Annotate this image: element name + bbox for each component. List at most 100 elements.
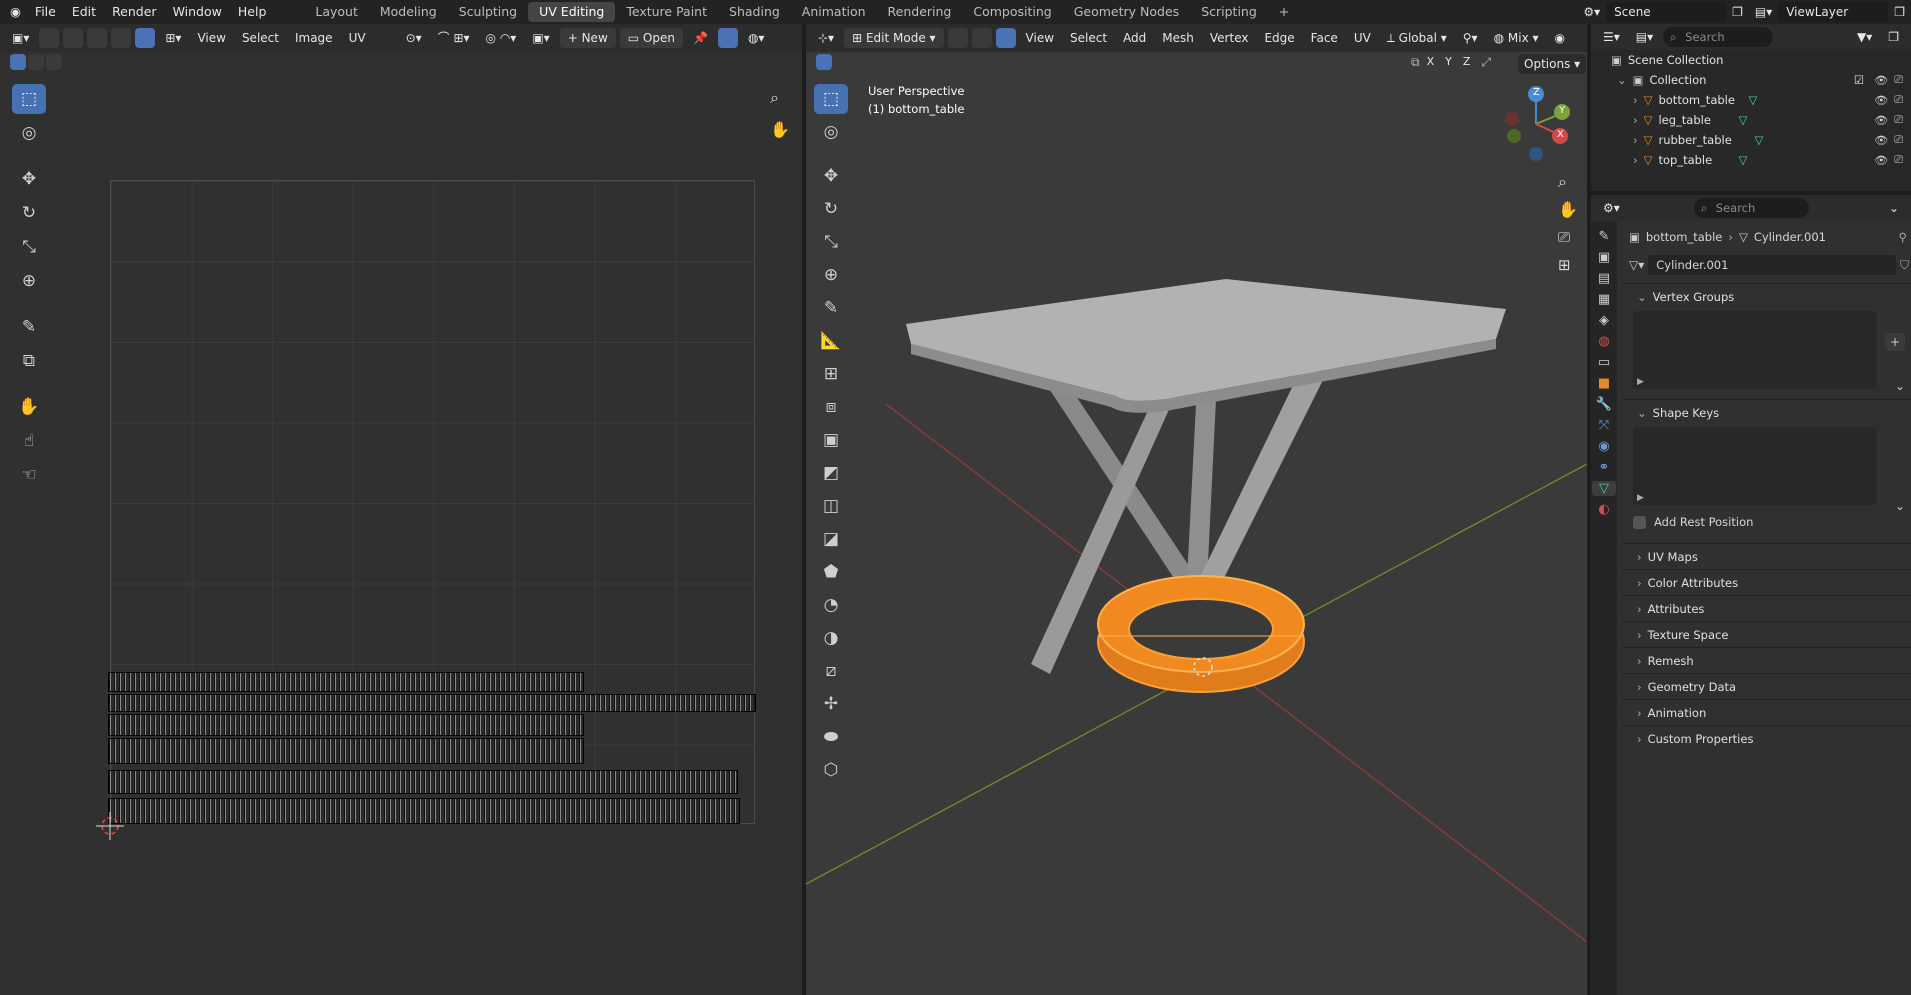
- panel-animation[interactable]: › Animation: [1623, 699, 1911, 725]
- view-layer-tab-icon[interactable]: ▦: [1598, 292, 1610, 307]
- uv-menu-view[interactable]: View: [191, 28, 231, 48]
- panel-texture-space[interactable]: › Texture Space: [1623, 621, 1911, 647]
- tab-compositing[interactable]: Compositing: [962, 2, 1062, 22]
- tab-shading[interactable]: Shading: [718, 2, 791, 22]
- filter-icon[interactable]: ▼▾: [1851, 27, 1878, 47]
- panel-attributes[interactable]: › Attributes: [1623, 595, 1911, 621]
- uv-menu-uv[interactable]: UV: [343, 28, 372, 48]
- select-new-icon[interactable]: [10, 54, 26, 70]
- eye-icon[interactable]: 👁: [1874, 94, 1888, 107]
- editor-type-icon[interactable]: ▣▾: [6, 28, 35, 48]
- panel-remesh[interactable]: › Remesh: [1623, 647, 1911, 673]
- chevron-right-icon[interactable]: ›: [1633, 93, 1638, 107]
- add-rest-position-row[interactable]: Add Rest Position: [1623, 511, 1911, 533]
- spin-tool[interactable]: ◔: [814, 590, 848, 620]
- perspective-icon[interactable]: ⊞: [1558, 256, 1571, 274]
- tab-scripting[interactable]: Scripting: [1190, 2, 1268, 22]
- blender-logo-icon[interactable]: ◉: [0, 0, 27, 24]
- chevron-down-icon[interactable]: ⌄: [1617, 73, 1627, 87]
- camera-icon[interactable]: ⎚: [1558, 228, 1570, 246]
- uv-island[interactable]: [108, 770, 738, 794]
- inset-tool[interactable]: ▣: [814, 425, 848, 455]
- tab-modeling[interactable]: Modeling: [369, 2, 448, 22]
- outliner-row-object[interactable]: › ▽ top_table ▽ 👁 ⎚: [1591, 150, 1911, 170]
- outliner-row-collection[interactable]: ⌄ ▣ Collection ☑ 👁 ⎚: [1591, 70, 1911, 90]
- uv-island[interactable]: [108, 714, 584, 736]
- camera-icon[interactable]: ⎚: [1894, 73, 1903, 87]
- options-chevron-icon[interactable]: ⌄: [1883, 198, 1905, 218]
- zoom-icon[interactable]: ⌕: [1558, 172, 1567, 192]
- open-image-button[interactable]: ▭ Open: [619, 28, 683, 48]
- uv-island[interactable]: [108, 672, 584, 692]
- panel-uv-maps[interactable]: › UV Maps: [1623, 543, 1911, 569]
- object-tab-icon[interactable]: ■: [1598, 376, 1610, 391]
- expand-list-icon[interactable]: ▶: [1637, 493, 1644, 503]
- scale-tool[interactable]: ⤡: [12, 232, 46, 262]
- transform-tool[interactable]: ⊕: [12, 266, 46, 296]
- sync-selection-icon[interactable]: [39, 28, 60, 48]
- camera-icon[interactable]: ⎚: [1894, 133, 1903, 147]
- panel-geometry-data[interactable]: › Geometry Data: [1623, 673, 1911, 699]
- edge-slide-tool[interactable]: ⧄: [814, 656, 848, 686]
- edge-select-icon[interactable]: [87, 28, 108, 48]
- smooth-tool[interactable]: ◑: [814, 623, 848, 653]
- tab-uv-editing[interactable]: UV Editing: [528, 2, 616, 22]
- rest-position-checkbox[interactable]: [1633, 515, 1646, 529]
- annotate-tool[interactable]: ✎: [12, 312, 46, 342]
- menu-edit[interactable]: Edit: [64, 0, 104, 24]
- rip-region-tool[interactable]: ⬡: [814, 755, 848, 785]
- uv-island[interactable]: [108, 798, 740, 824]
- annotate-tool[interactable]: ✎: [814, 293, 848, 323]
- select-box-tool[interactable]: ⬚: [12, 84, 46, 114]
- eye-icon[interactable]: 👁: [1874, 154, 1888, 167]
- render-tab-icon[interactable]: ▣: [1598, 250, 1610, 265]
- view-layer-icon[interactable]: ▤▾: [1749, 2, 1778, 22]
- output-tab-icon[interactable]: ▤: [1598, 271, 1610, 286]
- uv-menu-select[interactable]: Select: [236, 28, 285, 48]
- bevel-tool[interactable]: ◩: [814, 458, 848, 488]
- shrink-fatten-tool[interactable]: ✢: [814, 689, 848, 719]
- editor-type-icon[interactable]: ☰▾: [1597, 27, 1626, 47]
- tab-texture-paint[interactable]: Texture Paint: [615, 2, 718, 22]
- shape-key-menu-icon[interactable]: ⌄: [1895, 499, 1905, 513]
- material-tab-icon[interactable]: ◐: [1598, 502, 1609, 517]
- pin-icon[interactable]: ⚲: [1899, 230, 1907, 244]
- island-select-icon[interactable]: [135, 28, 156, 48]
- properties-search[interactable]: Search: [1693, 198, 1809, 218]
- pan-icon[interactable]: ✋: [1558, 200, 1578, 219]
- checkbox-icon[interactable]: ☑: [1854, 73, 1864, 87]
- menu-file[interactable]: File: [27, 0, 64, 24]
- extrude-tool[interactable]: ⧈: [814, 392, 848, 422]
- camera-icon[interactable]: ⎚: [1894, 153, 1903, 167]
- viewport-scene[interactable]: [806, 24, 1587, 995]
- new-view-layer-icon[interactable]: ❐: [1888, 2, 1911, 22]
- select-subtract-icon[interactable]: [46, 54, 62, 70]
- tab-geometry-nodes[interactable]: Geometry Nodes: [1063, 2, 1190, 22]
- tab-layout[interactable]: Layout: [304, 2, 369, 22]
- rotate-tool[interactable]: ↻: [12, 198, 46, 228]
- loop-cut-tool[interactable]: ◫: [814, 491, 848, 521]
- proportional-edit-icon[interactable]: ◎ ◠▾: [480, 28, 523, 48]
- shape-keys-list[interactable]: ▶: [1633, 427, 1877, 505]
- grab-tool[interactable]: ✋: [12, 392, 46, 422]
- mesh-name-field[interactable]: Cylinder.001: [1648, 255, 1896, 275]
- new-image-button[interactable]: + New: [559, 28, 616, 48]
- select-box-tool[interactable]: ⬚: [814, 84, 848, 114]
- tool-tab-icon[interactable]: ✎: [1599, 229, 1610, 244]
- poly-build-tool[interactable]: ⬟: [814, 557, 848, 587]
- camera-icon[interactable]: ⎚: [1894, 113, 1903, 127]
- chevron-right-icon[interactable]: ›: [1633, 113, 1638, 127]
- new-collection-icon[interactable]: ❐: [1882, 27, 1905, 47]
- tab-animation[interactable]: Animation: [791, 2, 877, 22]
- scene-selector[interactable]: Scene: [1606, 2, 1727, 22]
- 2d-cursor-icon[interactable]: [96, 812, 124, 840]
- scale-tool[interactable]: ⤡: [814, 227, 848, 257]
- pan-icon[interactable]: ✋: [770, 120, 790, 139]
- constraints-tab-icon[interactable]: ⚭: [1599, 460, 1610, 475]
- zoom-icon[interactable]: ⌕: [770, 88, 779, 108]
- eye-icon[interactable]: 👁: [1874, 74, 1888, 87]
- vertex-group-menu-icon[interactable]: ⌄: [1895, 379, 1905, 393]
- transform-tool[interactable]: ⊕: [814, 260, 848, 290]
- new-scene-icon[interactable]: ❐: [1726, 2, 1749, 22]
- modifier-tab-icon[interactable]: 🔧: [1596, 397, 1612, 412]
